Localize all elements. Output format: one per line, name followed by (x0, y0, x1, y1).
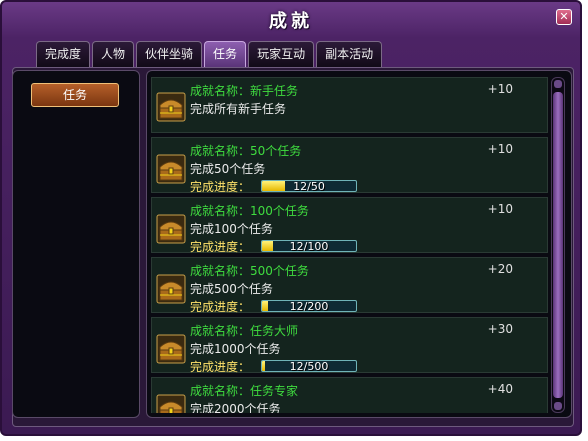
achievement-name-label: 成就名称： (190, 384, 251, 398)
category-panel: 任务 (12, 70, 140, 418)
achievement-item[interactable]: 成就名称：任务大师 +30 完成1000个任务 完成进度： 12/500 (151, 317, 548, 374)
close-button[interactable]: ✕ (556, 9, 572, 25)
scroll-up-arrow-icon[interactable] (554, 80, 562, 88)
achievement-name-value: 100个任务 (250, 204, 309, 218)
progress-bar: 12/50 (261, 180, 357, 192)
achievement-name-label: 成就名称： (190, 144, 251, 158)
achievement-name-value: 500个任务 (250, 264, 309, 278)
achievement-item[interactable]: 成就名称：500个任务 +20 完成500个任务 完成进度： 12/200 (151, 257, 548, 314)
tab-3[interactable]: 任务 (204, 41, 247, 67)
achievement-item[interactable]: 成就名称：50个任务 +10 完成50个任务 完成进度： 12/50 (151, 137, 548, 194)
tab-bar: 完成度 人物 伙伴坐骑 任务 玩家互动 副本活动 (36, 41, 383, 67)
progress-label: 完成进度： (190, 360, 251, 374)
achievement-description: 完成500个任务 (190, 282, 273, 296)
achievement-list: 成就名称：新手任务 +10 完成所有新手任务 成就名称：50个任务 +10 完成… (151, 77, 548, 413)
progress-label: 完成进度： (190, 300, 251, 314)
achievement-points: +10 (487, 202, 513, 216)
achievement-name-label: 成就名称： (190, 264, 251, 278)
tab-2[interactable]: 伙伴坐骑 (136, 41, 203, 67)
achievement-points: +10 (487, 82, 513, 96)
achievement-name: 成就名称：新手任务 (190, 82, 298, 99)
achievement-name-label: 成就名称： (190, 324, 251, 338)
title-bar[interactable]: 成就 ✕ (2, 2, 580, 36)
treasure-chest-icon (156, 274, 186, 304)
achievement-list-panel: 成就名称：新手任务 +10 完成所有新手任务 成就名称：50个任务 +10 完成… (146, 70, 572, 418)
progress-bar: 12/500 (261, 360, 357, 372)
tab-0[interactable]: 完成度 (36, 41, 91, 67)
achievement-description: 完成1000个任务 (190, 342, 281, 356)
scroll-thumb[interactable] (553, 92, 563, 398)
achievement-name-value: 新手任务 (250, 84, 299, 98)
achievement-description: 完成50个任务 (190, 162, 266, 176)
scroll-down-arrow-icon[interactable] (554, 402, 562, 410)
progress-label: 完成进度： (190, 180, 251, 194)
achievement-name: 成就名称：任务专家 (190, 382, 298, 399)
window-title: 成就 (269, 11, 313, 32)
treasure-chest-icon (156, 214, 186, 244)
scrollbar[interactable] (551, 77, 565, 413)
treasure-chest-icon (156, 154, 186, 184)
achievement-points: +30 (487, 322, 513, 336)
achievement-item[interactable]: 成就名称：任务专家 +40 完成2000个任务 (151, 377, 548, 413)
achievement-name-label: 成就名称： (190, 204, 251, 218)
achievement-name-value: 50个任务 (250, 144, 302, 158)
achievement-description: 完成2000个任务 (190, 402, 281, 413)
achievement-item[interactable]: 成就名称：新手任务 +10 完成所有新手任务 (151, 77, 548, 133)
achievement-name: 成就名称：100个任务 (190, 202, 309, 219)
progress-label: 完成进度： (190, 240, 251, 254)
progress-text: 12/50 (293, 180, 325, 192)
close-icon: ✕ (559, 10, 569, 23)
tab-1[interactable]: 人物 (92, 41, 135, 67)
achievement-points: +10 (487, 142, 513, 156)
treasure-chest-icon (156, 92, 186, 122)
achievement-name-value: 任务专家 (250, 384, 299, 398)
achievement-name: 成就名称：任务大师 (190, 322, 298, 339)
progress-text: 12/500 (289, 360, 329, 372)
tab-4[interactable]: 玩家互动 (248, 41, 315, 67)
treasure-chest-icon (156, 394, 186, 413)
achievement-points: +40 (487, 382, 513, 396)
achievement-description: 完成所有新手任务 (190, 102, 287, 116)
achievement-name-label: 成就名称： (190, 84, 251, 98)
achievement-description: 完成100个任务 (190, 222, 273, 236)
progress-bar: 12/100 (261, 240, 357, 252)
achievement-name-value: 任务大师 (250, 324, 299, 338)
achievement-item[interactable]: 成就名称：100个任务 +10 完成100个任务 完成进度： 12/100 (151, 197, 548, 254)
progress-text: 12/100 (289, 240, 329, 252)
achievement-name: 成就名称：500个任务 (190, 262, 309, 279)
tab-5[interactable]: 副本活动 (316, 41, 383, 67)
category-button-task[interactable]: 任务 (31, 83, 119, 107)
progress-bar: 12/200 (261, 300, 357, 312)
treasure-chest-icon (156, 334, 186, 364)
achievement-points: +20 (487, 262, 513, 276)
achievement-name: 成就名称：50个任务 (190, 142, 301, 159)
progress-text: 12/200 (289, 300, 329, 312)
